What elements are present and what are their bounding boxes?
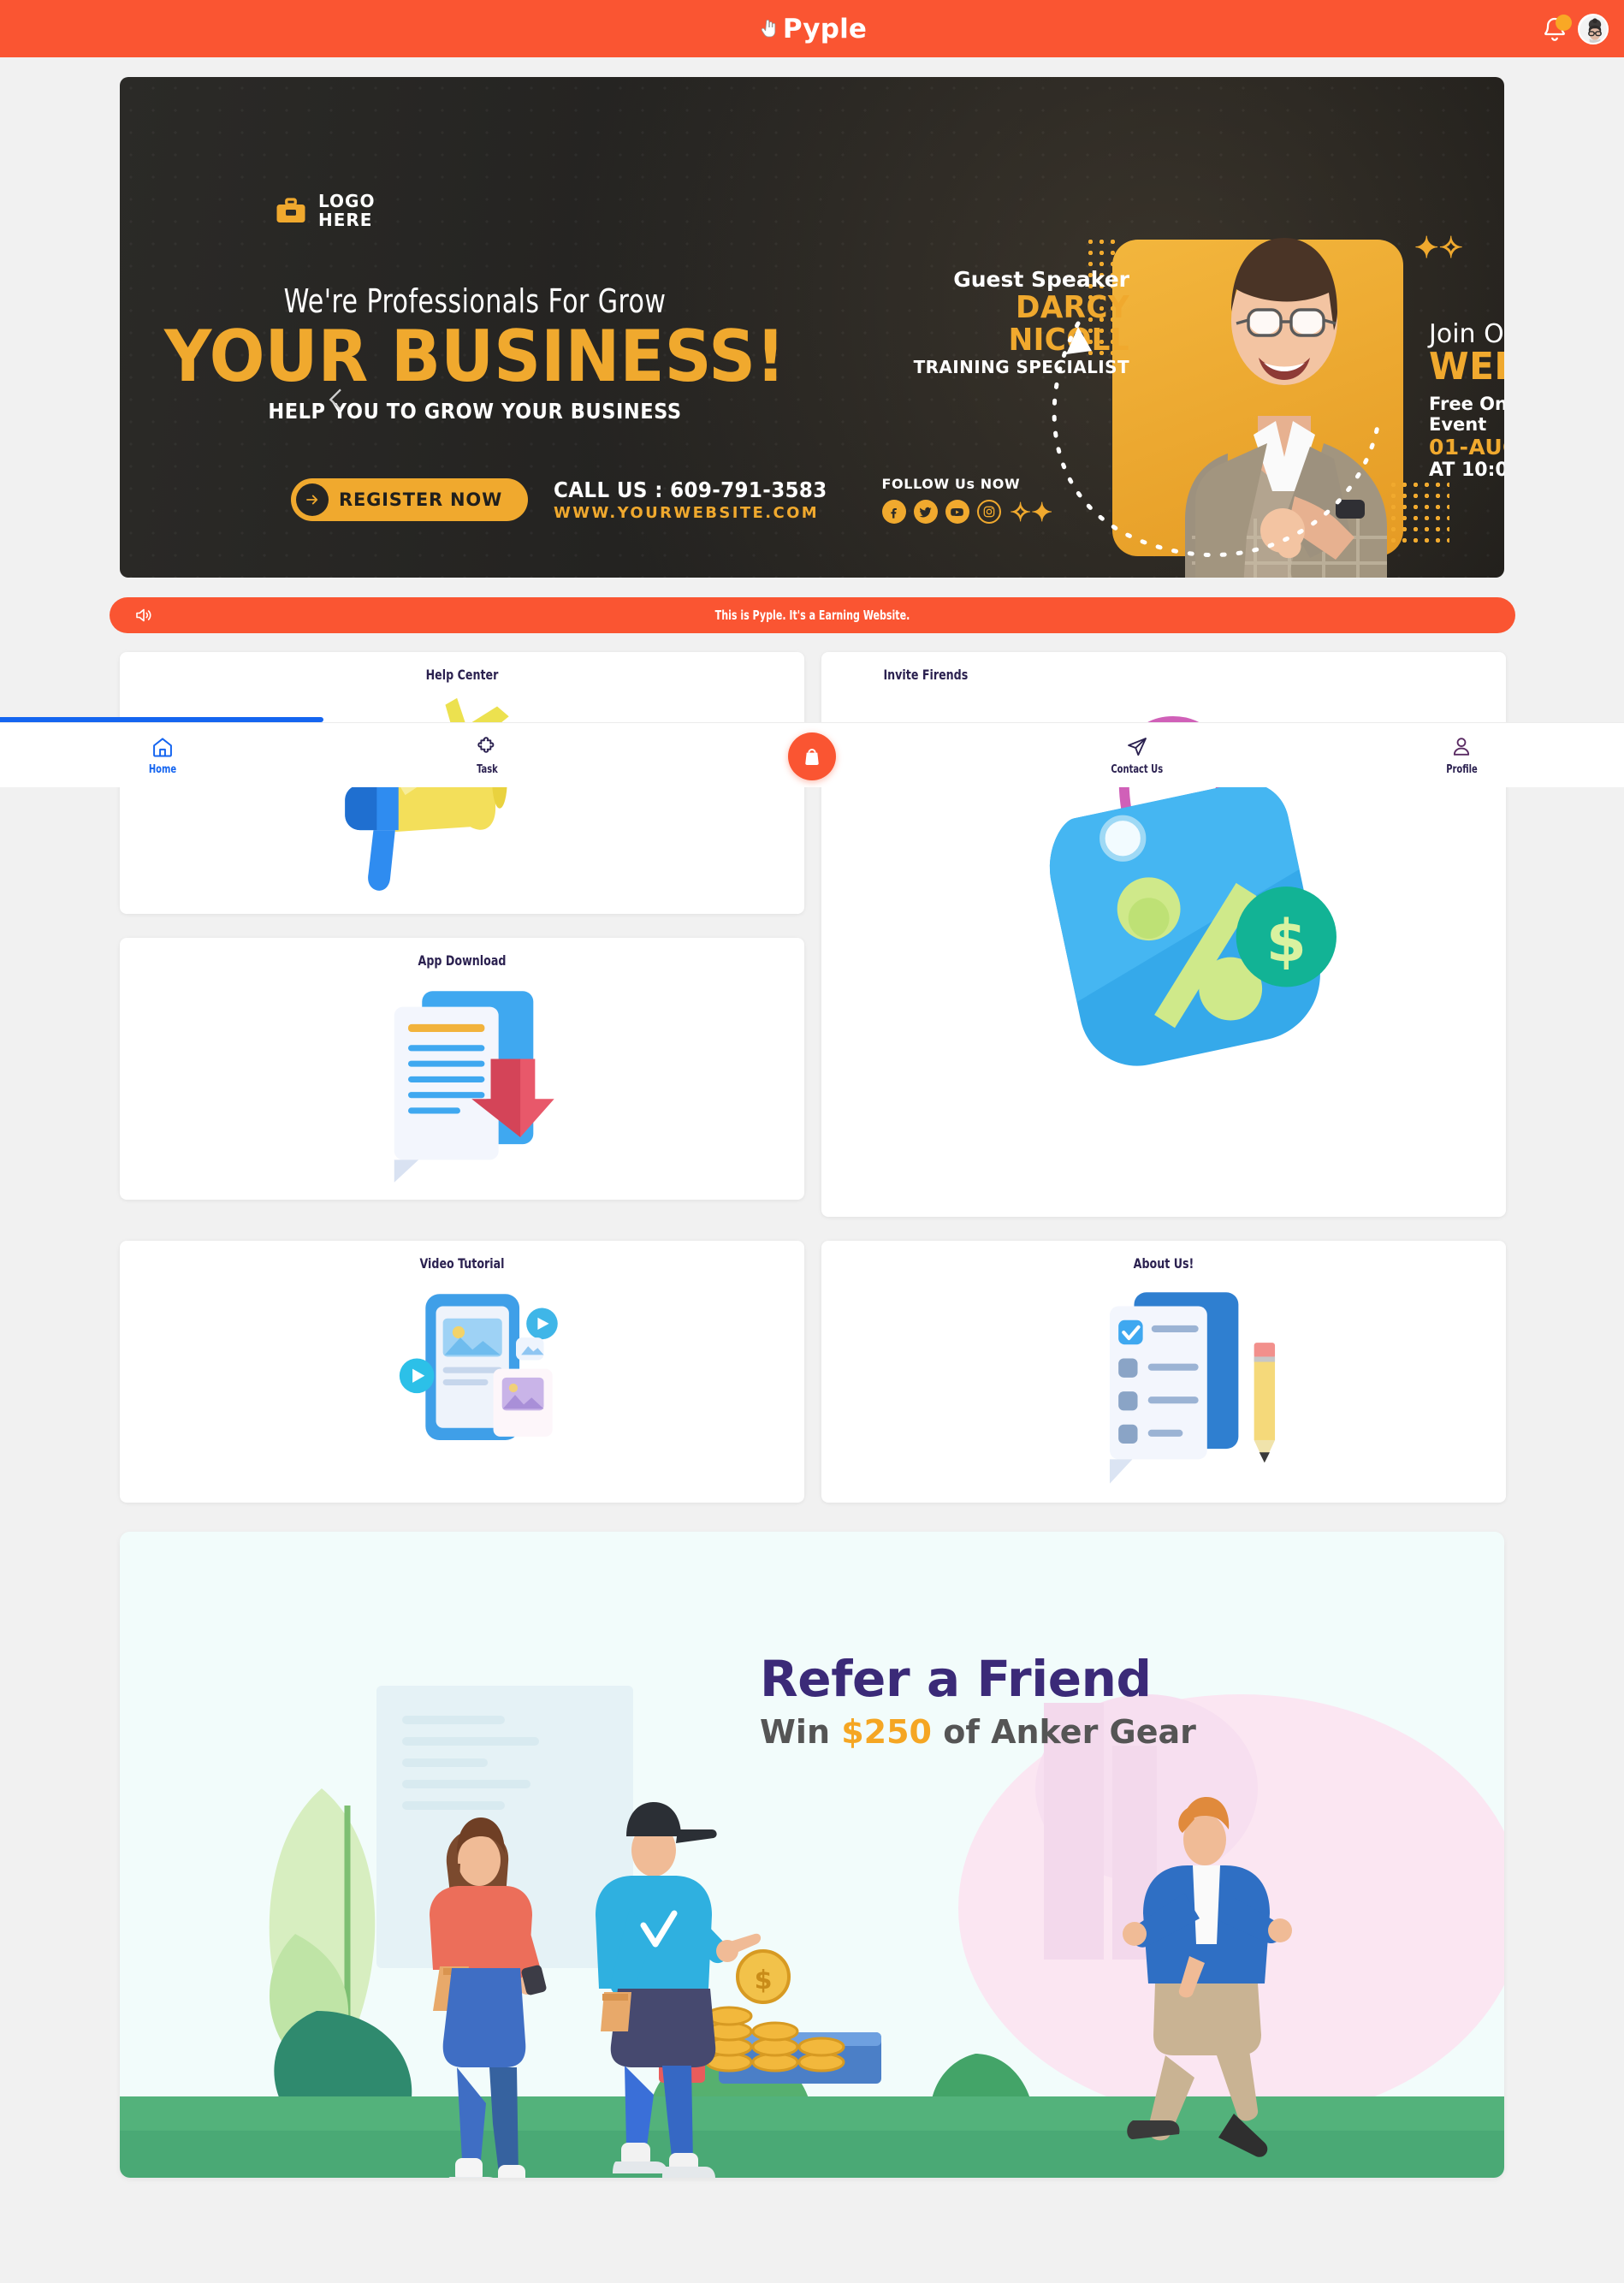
page-loading-progress — [0, 717, 323, 722]
card-title-video-tutorial: Video Tutorial — [419, 1255, 505, 1272]
card-title-help-center: Help Center — [425, 667, 499, 683]
facebook-icon[interactable] — [881, 500, 906, 524]
shop-fab-button[interactable] — [788, 732, 836, 780]
refer-a-friend-banner[interactable]: $ Refer a Friend Win $250 of Anker Gear — [120, 1532, 1504, 2178]
dashed-curved-arrow — [1052, 321, 1380, 557]
top-app-bar: Pyple — [0, 0, 1624, 57]
chevron-right-icon — [1493, 382, 1504, 417]
hero-headline-sub: HELP YOU TO GROW YOUR BUSINESS — [268, 399, 682, 424]
nav-label-task: Task — [477, 762, 498, 776]
top-bar-actions — [1540, 0, 1609, 57]
card-title-invite-friends: Invite Firends — [883, 667, 969, 683]
arrow-right-icon — [296, 483, 329, 516]
hero-logo-text: LOGO HERE — [318, 191, 376, 231]
hero-banner[interactable]: LOGO HERE We're Professionals For Grow Y… — [120, 77, 1504, 578]
call-us-text: CALL US : 609-791-3583 — [554, 477, 827, 502]
social-links — [881, 500, 1021, 524]
hero-cta-row: REGISTER NOW CALL US : 609-791-3583 WWW.… — [291, 476, 1020, 524]
refer-subtitle-pre: Win — [760, 1713, 842, 1751]
nav-item-task[interactable]: Task — [325, 735, 650, 776]
briefcase-icon — [276, 198, 305, 222]
nav-item-profile[interactable]: Profile — [1299, 735, 1624, 776]
brand-logo[interactable]: Pyple — [757, 14, 867, 44]
speaker-label: Guest Speaker — [953, 267, 1129, 292]
brand-name: Pyple — [782, 13, 868, 44]
register-now-label: REGISTER NOW — [339, 489, 503, 510]
contact-block: CALL US : 609-791-3583 WWW.YOURWEBSITE.C… — [554, 477, 851, 523]
follow-label: FOLLOW Us NOW — [881, 476, 1021, 492]
puzzle-icon — [477, 736, 495, 753]
svg-text:$: $ — [1266, 908, 1307, 975]
refer-title: Refer a Friend — [760, 1650, 1152, 1708]
video-player-illustration — [120, 1278, 804, 1496]
website-text: WWW.YOURWEBSITE.COM — [554, 504, 820, 523]
checklist-pencil-illustration — [821, 1278, 1506, 1496]
shopping-bag-icon — [805, 749, 819, 765]
webinar-time: AT 10:00 AM — [1429, 460, 1504, 482]
follow-block: FOLLOW Us NOW — [881, 476, 1021, 524]
user-avatar-image — [1580, 15, 1607, 43]
card-title-about-us: About Us! — [1133, 1255, 1194, 1272]
document-download-illustration — [120, 975, 804, 1193]
card-video-tutorial[interactable]: Video Tutorial — [120, 1241, 804, 1503]
card-about-us[interactable]: About Us! — [821, 1241, 1506, 1503]
refer-amount: $250 — [841, 1713, 932, 1751]
refer-a-friend-illustration: $ — [120, 1532, 1504, 2178]
register-now-button[interactable]: REGISTER NOW — [291, 478, 529, 521]
nav-item-contact-us[interactable]: Contact Us — [975, 735, 1300, 776]
paper-plane-icon — [1127, 737, 1147, 756]
carousel-next-button[interactable] — [1489, 378, 1504, 421]
avatar[interactable] — [1578, 13, 1609, 44]
speaker-volume-icon — [133, 605, 154, 626]
sparkle-icon-top: ✦✧ — [1414, 232, 1463, 264]
card-app-download[interactable]: App Download — [120, 938, 804, 1200]
page-root: Pyple LOGO HERE We're Professionals For … — [0, 0, 1624, 2283]
carousel-prev-button[interactable] — [315, 378, 358, 421]
home-icon — [152, 737, 172, 756]
refer-subtitle-post: of Anker Gear — [932, 1713, 1196, 1751]
person-icon — [1454, 737, 1470, 756]
notifications-button[interactable] — [1540, 14, 1572, 44]
nav-label-contact-us: Contact Us — [1111, 762, 1163, 776]
twitter-icon[interactable] — [913, 500, 938, 524]
youtube-icon[interactable] — [945, 500, 969, 524]
webinar-date: 01-AUG-2050 — [1429, 435, 1504, 460]
card-title-app-download: App Download — [418, 952, 507, 969]
nav-label-home: Home — [148, 762, 176, 776]
hero-headline-big: YOUR BUSINESS! — [164, 315, 785, 398]
notification-badge-dot — [1556, 14, 1572, 31]
hero-logo: LOGO HERE — [276, 192, 375, 230]
refer-subtitle: Win $250 of Anker Gear — [760, 1713, 1196, 1751]
chevron-left-icon — [329, 388, 341, 411]
nav-label-profile: Profile — [1445, 762, 1478, 776]
hand-pointer-icon — [757, 18, 779, 40]
instagram-icon[interactable] — [976, 500, 1001, 524]
announcement-bar: This is Pyple. It's a Earning Website. — [110, 597, 1515, 633]
svg-text:$: $ — [755, 1966, 773, 1995]
nav-item-home[interactable]: Home — [0, 735, 325, 776]
announcement-text: This is Pyple. It's a Earning Website. — [714, 608, 910, 623]
hero-headline-block: We're Professionals For Grow YOUR BUSINE… — [120, 282, 830, 424]
refer-text-block: Refer a Friend Win $250 of Anker Gear — [760, 1650, 1196, 1751]
